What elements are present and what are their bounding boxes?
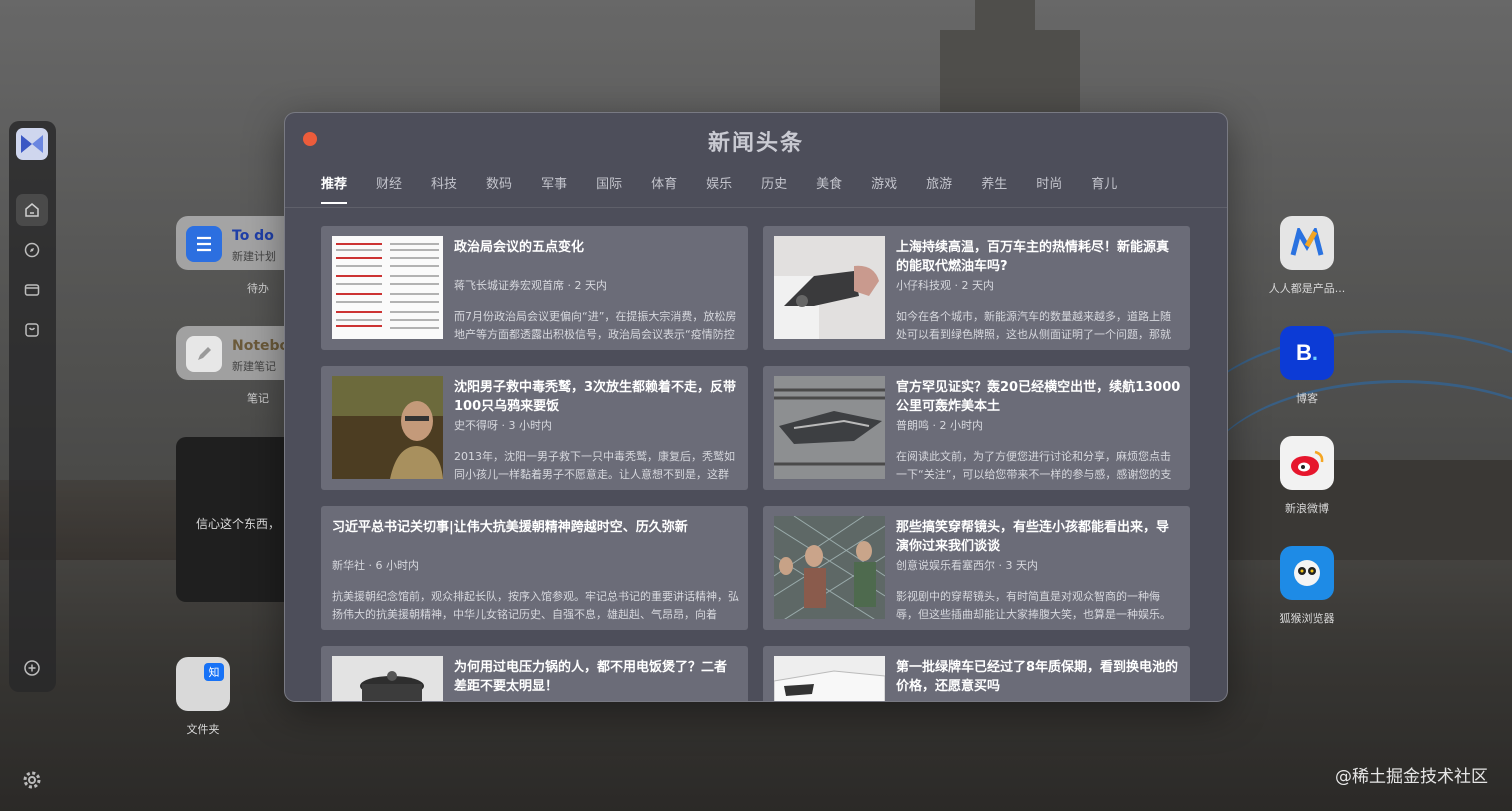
blog-app-icon[interactable]: B. <box>1280 326 1334 380</box>
news-window: 新闻头条 推荐 财经 科技 数码 军事 国际 体育 娱乐 历史 美食 游戏 旅游… <box>284 112 1228 702</box>
woshipm-app-icon[interactable] <box>1280 216 1334 270</box>
tab-military[interactable]: 军事 <box>541 173 567 204</box>
tab-travel[interactable]: 旅游 <box>926 173 952 204</box>
tab-food[interactable]: 美食 <box>816 173 842 204</box>
quote-text: 信心这个东西， <box>196 517 281 531</box>
bag-icon[interactable] <box>16 314 48 346</box>
tab-games[interactable]: 游戏 <box>871 173 897 204</box>
news-title: 第一批绿牌车已经过了8年质保期，看到换电池的价格，还愿意买吗 <box>896 660 1179 694</box>
todo-widget[interactable]: To do 新建计划 <box>176 216 296 270</box>
news-thumbnail <box>332 376 443 479</box>
news-title: 习近平总书记关切事|让伟大抗美援朝精神跨越时空、历久弥新 <box>332 520 688 535</box>
news-title: 官方罕见证实？轰20已经横空出世，续航13000公里可轰炸美本土 <box>896 380 1181 414</box>
tab-entertainment[interactable]: 娱乐 <box>706 173 732 204</box>
todo-title: To do <box>232 228 274 244</box>
news-meta: 史不得呀 · 3 小时内 <box>454 419 552 432</box>
news-summary: 影视剧中的穿帮镜头，有时简直是对观众智商的一种侮辱，但这些插曲却能让大家捧腹大笑… <box>896 590 1171 621</box>
settings-gear-icon[interactable] <box>22 770 42 790</box>
woshipm-app-label: 人人都是产品... <box>1268 282 1346 295</box>
watermark: @稀土掘金技术社区 <box>1335 767 1488 787</box>
news-card[interactable]: 沈阳男子救中毒秃鹫，3次放生都赖着不走，反带100只乌鸦来要饭 史不得呀 · 3… <box>321 366 748 490</box>
folder-label: 文件夹 <box>186 723 220 736</box>
tab-history[interactable]: 历史 <box>761 173 787 204</box>
news-thumbnail <box>774 376 885 479</box>
quote-widget[interactable]: 信心这个东西， <box>176 437 296 602</box>
news-thumbnail <box>774 656 885 701</box>
news-title: 政治局会议的五点变化 <box>454 240 585 255</box>
news-meta: 蒋飞长城证券宏观首席 · 2 天内 <box>454 279 607 292</box>
zhihu-badge-icon: 知 <box>204 663 224 681</box>
todo-subtitle: 新建计划 <box>232 250 276 263</box>
notebook-subtitle: 新建笔记 <box>232 360 276 373</box>
notebook-widget[interactable]: Notebo 新建笔记 <box>176 326 296 380</box>
news-meta: 新华社 · 6 小时内 <box>332 559 419 572</box>
tab-tech[interactable]: 科技 <box>431 173 457 204</box>
news-card[interactable]: 习近平总书记关切事|让伟大抗美援朝精神跨越时空、历久弥新 新华社 · 6 小时内… <box>321 506 748 630</box>
news-summary: 抗美援朝纪念馆前，观众排起长队，按序入馆参观。牢记总书记的重要讲话精神，弘扬伟大… <box>332 590 739 621</box>
news-thumbnail <box>332 656 443 701</box>
news-meta: 创意说娱乐看塞西尔 · 3 天内 <box>896 559 1038 572</box>
news-card[interactable]: 上海持续高温，百万车主的热情耗尽！新能源真的能取代燃油车吗? 小仔科技观 · 2… <box>763 226 1190 350</box>
news-meta: 普朗鸣 · 2 小时内 <box>896 419 983 432</box>
news-meta: 小仔科技观 · 2 天内 <box>896 279 994 292</box>
news-thumbnail <box>774 236 885 339</box>
app-logo-icon[interactable] <box>16 128 48 160</box>
news-card[interactable]: 为何用过电压力锅的人，都不用电饭煲了？二者差距不要太明显！ <box>321 646 748 701</box>
tab-digital[interactable]: 数码 <box>486 173 512 204</box>
tab-finance[interactable]: 财经 <box>376 173 402 204</box>
tab-fashion[interactable]: 时尚 <box>1036 173 1062 204</box>
lemur-browser-app-label: 狐猴浏览器 <box>1279 612 1335 625</box>
news-summary: 而7月份政治局会议更偏向“进”，在提振大宗消费，放松房地产等方面都透露出积极信号… <box>454 310 737 341</box>
blog-app-label: 博客 <box>1296 392 1318 405</box>
wallet-icon[interactable] <box>16 274 48 306</box>
folder-icon[interactable]: 知 <box>176 657 230 711</box>
tab-parenting[interactable]: 育儿 <box>1091 173 1117 204</box>
tab-international[interactable]: 国际 <box>596 173 622 204</box>
tab-recommend[interactable]: 推荐 <box>321 173 348 204</box>
news-card[interactable]: 那些搞笑穿帮镜头，有些连小孩都能看出来，导演你过来我们谈谈 创意说娱乐看塞西尔 … <box>763 506 1190 630</box>
news-summary: 在阅读此文前，为了方便您进行讨论和分享，麻烦您点击一下“关注”，可以给您带来不一… <box>896 450 1172 481</box>
window-title: 新闻头条 <box>707 130 804 156</box>
add-icon[interactable] <box>16 652 48 684</box>
news-card[interactable]: 第一批绿牌车已经过了8年质保期，看到换电池的价格，还愿意买吗 <box>763 646 1190 701</box>
news-thumbnail <box>774 516 885 619</box>
tabs-divider <box>285 207 1227 208</box>
compass-icon[interactable] <box>16 234 48 266</box>
pencil-icon <box>186 336 222 372</box>
weibo-app-label: 新浪微博 <box>1285 502 1329 515</box>
lemur-browser-app-icon[interactable] <box>1280 546 1334 600</box>
news-card[interactable]: 政治局会议的五点变化 蒋飞长城证券宏观首席 · 2 天内 而7月份政治局会议更偏… <box>321 226 748 350</box>
left-dock <box>9 121 56 692</box>
category-tabs: 推荐 财经 科技 数码 军事 国际 体育 娱乐 历史 美食 游戏 旅游 养生 时… <box>321 173 1146 204</box>
weibo-app-icon[interactable] <box>1280 436 1334 490</box>
news-summary: 2013年，沈阳一男子救下一只中毒秃鹫，康复后，秃鹫如同小孩儿一样黏着男子不愿意… <box>454 450 735 481</box>
news-title: 上海持续高温，百万车主的热情耗尽！新能源真的能取代燃油车吗? <box>896 240 1170 274</box>
news-title: 那些搞笑穿帮镜头，有些连小孩都能看出来，导演你过来我们谈谈 <box>896 520 1170 554</box>
home-icon[interactable] <box>16 194 48 226</box>
tab-health[interactable]: 养生 <box>981 173 1007 204</box>
news-title: 为何用过电压力锅的人，都不用电饭煲了？二者差距不要太明显！ <box>454 660 728 694</box>
news-thumbnail <box>332 236 443 339</box>
todo-list-icon <box>186 226 222 262</box>
news-summary: 如今在各个城市，新能源汽车的数量越来越多，道路上随处可以看到绿色牌照，这也从侧面… <box>896 310 1171 341</box>
news-title: 沈阳男子救中毒秃鹫，3次放生都赖着不走，反带100只乌鸦来要饭 <box>454 380 737 414</box>
news-card[interactable]: 官方罕见证实？轰20已经横空出世，续航13000公里可轰炸美本土 普朗鸣 · 2… <box>763 366 1190 490</box>
notebook-title: Notebo <box>232 338 290 354</box>
tab-sports[interactable]: 体育 <box>651 173 677 204</box>
